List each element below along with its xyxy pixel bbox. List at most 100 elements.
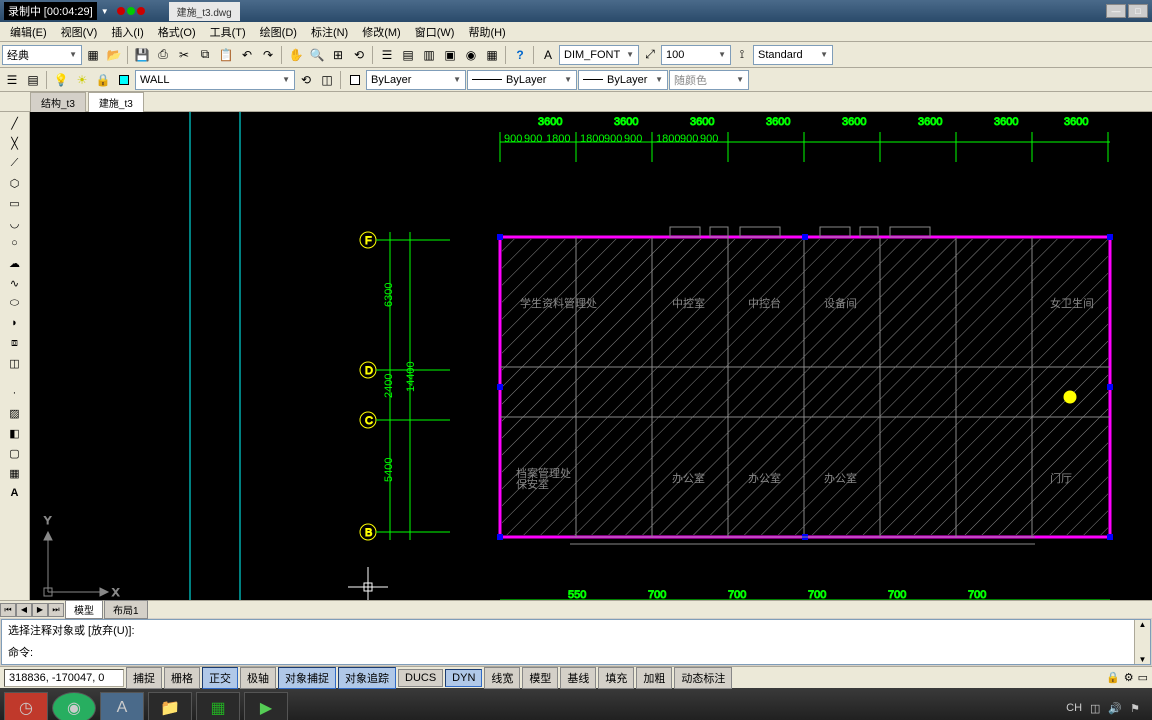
rec-dot-icon[interactable]	[117, 7, 125, 15]
lock-icon[interactable]: 🔒	[1106, 671, 1120, 684]
minimize-button[interactable]: —	[1106, 4, 1126, 18]
otrack-toggle[interactable]: 对象追踪	[338, 667, 396, 689]
osnap-toggle[interactable]: 对象捕捉	[278, 667, 336, 689]
coordinate-display[interactable]: 318836, -170047, 0	[4, 669, 124, 687]
scale-icon[interactable]: ⤢	[640, 45, 660, 65]
ellipse-arc-icon[interactable]: ◗	[5, 314, 25, 332]
file-tab[interactable]: 建施_t3.dwg	[169, 2, 240, 21]
color-icon[interactable]	[345, 70, 365, 90]
dimstyle-icon[interactable]: ⟟	[732, 45, 752, 65]
copy-icon[interactable]: ⧉	[195, 45, 215, 65]
layer-lock-icon[interactable]: 🔒	[93, 70, 113, 90]
start-button[interactable]: ◷	[4, 692, 48, 720]
tab-model[interactable]: 模型	[65, 600, 103, 619]
menu-tools[interactable]: 工具(T)	[204, 22, 252, 42]
layer-freeze-icon[interactable]: ☀	[72, 70, 92, 90]
line-icon[interactable]: ╱	[5, 114, 25, 132]
bold-toggle[interactable]: 加粗	[636, 667, 672, 689]
plotcolor-combo[interactable]: 随颜色▼	[669, 70, 749, 90]
drawing-canvas[interactable]: 3600 3600 3600 3600 3600 3600 3600 3600 …	[30, 112, 1152, 600]
play-dot-icon[interactable]	[127, 7, 135, 15]
menu-help[interactable]: 帮助(H)	[462, 22, 511, 42]
markup-icon[interactable]: ◉	[461, 45, 481, 65]
rectangle-icon[interactable]: ▭	[5, 194, 25, 212]
make-block-icon[interactable]: ◫	[5, 354, 25, 372]
zoom-prev-icon[interactable]: ⟲	[349, 45, 369, 65]
layer-prev-icon[interactable]: ⟲	[296, 70, 316, 90]
linetype-combo[interactable]: ByLayer▼	[467, 70, 577, 90]
tray-volume-icon[interactable]: 🔊	[1108, 702, 1122, 715]
undo-icon[interactable]: ↶	[237, 45, 257, 65]
pline-icon[interactable]: ⟋	[5, 154, 25, 172]
menu-draw[interactable]: 绘图(D)	[254, 22, 303, 42]
stop-dot-icon[interactable]	[137, 7, 145, 15]
lineweight-combo[interactable]: ByLayer▼	[578, 70, 668, 90]
doc-tab-arch[interactable]: 建施_t3	[88, 92, 144, 112]
tab-layout1[interactable]: 布局1	[104, 600, 148, 619]
layer-match-icon[interactable]: ◫	[317, 70, 337, 90]
polar-toggle[interactable]: 极轴	[240, 667, 276, 689]
new-icon[interactable]: ▦	[83, 45, 103, 65]
revcloud-icon[interactable]: ☁	[5, 254, 25, 272]
ducs-toggle[interactable]: DUCS	[398, 669, 443, 687]
zoom-icon[interactable]: 🔍	[307, 45, 327, 65]
baseline-toggle[interactable]: 基线	[560, 667, 596, 689]
save-icon[interactable]: 💾	[132, 45, 152, 65]
ortho-toggle[interactable]: 正交	[202, 667, 238, 689]
command-scrollbar[interactable]: ▲ ▼	[1134, 620, 1150, 664]
scale-combo[interactable]: 100▼	[661, 45, 731, 65]
sheet-icon[interactable]: ▣	[440, 45, 460, 65]
menu-window[interactable]: 窗口(W)	[409, 22, 461, 42]
doc-tab-struct[interactable]: 结构_t3	[30, 92, 86, 112]
dimstyle-combo[interactable]: Standard▼	[753, 45, 833, 65]
print-icon[interactable]: ⎙	[153, 45, 173, 65]
tray-network-icon[interactable]: ◫	[1090, 702, 1100, 715]
tray-icon[interactable]: ▭	[1138, 671, 1148, 684]
dropdown-icon[interactable]: ▼	[101, 7, 109, 16]
open-icon[interactable]: 📂	[104, 45, 124, 65]
workspace-combo[interactable]: 经典▼	[2, 45, 82, 65]
ellipse-icon[interactable]: ⬭	[5, 294, 25, 312]
layer-on-icon[interactable]: 💡	[51, 70, 71, 90]
tab-next-icon[interactable]: ▶	[32, 603, 48, 617]
cut-icon[interactable]: ✂	[174, 45, 194, 65]
command-prompt[interactable]: 命令:	[2, 642, 1150, 664]
help-icon[interactable]: ?	[510, 45, 530, 65]
xline-icon[interactable]: ╳	[5, 134, 25, 152]
properties-icon[interactable]: ☰	[377, 45, 397, 65]
dynam-dim-toggle[interactable]: 动态标注	[674, 667, 732, 689]
table-icon[interactable]: ▦	[5, 464, 25, 482]
annotation-scale-icon[interactable]: ⚙	[1124, 671, 1134, 684]
layer-manager-icon[interactable]: ☰	[2, 70, 22, 90]
layer-combo[interactable]: WALL▼	[135, 70, 295, 90]
tray-flag-icon[interactable]: ⚑	[1130, 702, 1140, 715]
mtext-icon[interactable]: A	[5, 484, 25, 502]
tray-input-icon[interactable]: CH	[1066, 702, 1082, 714]
calc-icon[interactable]: ▦	[482, 45, 502, 65]
insert-block-icon[interactable]: ⧈	[5, 334, 25, 352]
task-explorer[interactable]: 📁	[148, 692, 192, 720]
circle-icon[interactable]: ○	[5, 234, 25, 252]
task-app2[interactable]: ▶	[244, 692, 288, 720]
fill-toggle[interactable]: 填充	[598, 667, 634, 689]
gradient-icon[interactable]: ◧	[5, 424, 25, 442]
polygon-icon[interactable]: ⬡	[5, 174, 25, 192]
point-icon[interactable]: ·	[5, 384, 25, 402]
arc-icon[interactable]: ◡	[5, 214, 25, 232]
command-window[interactable]: 选择注释对象或 [放弃(U)]: 命令: ▲ ▼	[1, 619, 1151, 665]
pan-icon[interactable]: ✋	[286, 45, 306, 65]
snap-toggle[interactable]: 捕捉	[126, 667, 162, 689]
layer-color-icon[interactable]	[114, 70, 134, 90]
menu-dimension[interactable]: 标注(N)	[305, 22, 354, 42]
tab-prev-icon[interactable]: ◀	[16, 603, 32, 617]
hatch-icon[interactable]: ▨	[5, 404, 25, 422]
task-excel[interactable]: ▦	[196, 692, 240, 720]
tool-palette-icon[interactable]: ▥	[419, 45, 439, 65]
menu-format[interactable]: 格式(O)	[152, 22, 202, 42]
design-center-icon[interactable]: ▤	[398, 45, 418, 65]
menu-view[interactable]: 视图(V)	[55, 22, 104, 42]
textstyle-combo[interactable]: DIM_FONT▼	[559, 45, 639, 65]
paste-icon[interactable]: 📋	[216, 45, 236, 65]
menu-edit[interactable]: 编辑(E)	[4, 22, 53, 42]
tab-first-icon[interactable]: ⏮	[0, 603, 16, 617]
